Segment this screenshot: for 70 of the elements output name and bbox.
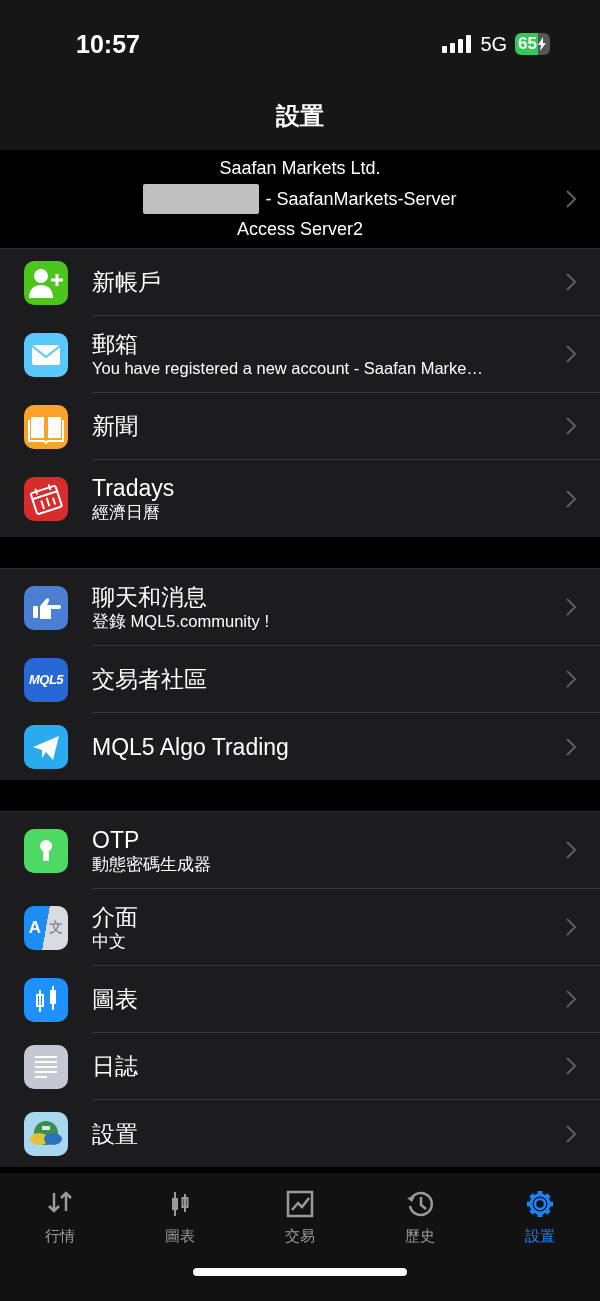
broker-name: Saafan Markets Ltd. xyxy=(219,158,381,179)
row-title: 日誌 xyxy=(92,1052,138,1080)
settings-row[interactable]: 圖表 xyxy=(0,966,600,1033)
row-title: MQL5 Algo Trading xyxy=(92,732,289,761)
document-icon xyxy=(24,1044,68,1089)
calendar-icon xyxy=(24,476,68,521)
server-name: - SaafanMarkets-Server xyxy=(265,188,457,210)
settings-row[interactable]: MQL5 交易者社區 xyxy=(0,646,600,713)
keyhole-icon xyxy=(24,828,68,873)
text-logo: MQL5 xyxy=(24,657,68,702)
tab-item[interactable]: 歷史 xyxy=(360,1189,480,1246)
row-subtitle: 中文 xyxy=(92,930,127,952)
tab-item[interactable]: 交易 xyxy=(240,1189,360,1246)
book-icon xyxy=(24,404,68,449)
row-subtitle: 動態密碼生成器 xyxy=(92,853,211,875)
tab-item[interactable]: 圖表 xyxy=(120,1189,240,1246)
row-title: 郵箱 xyxy=(92,329,139,358)
chevron-icon xyxy=(566,489,576,508)
chevron-icon xyxy=(566,918,576,936)
row-title: 新聞 xyxy=(92,412,138,440)
settings-row[interactable]: 設置 xyxy=(0,1100,600,1167)
clock-time: 10:57 xyxy=(76,29,140,59)
row-subtitle: You have registered a new account - Saafan Marke… xyxy=(92,357,484,379)
network-label: 5G xyxy=(480,32,508,56)
candlestick-icon xyxy=(24,977,68,1022)
add-user-icon xyxy=(24,260,68,305)
line-chart-icon xyxy=(285,1189,315,1219)
settings-row[interactable]: Tradays 經濟日曆 xyxy=(0,460,600,537)
chevron-icon xyxy=(566,598,576,616)
row-title: 介面 xyxy=(92,902,138,931)
chevron-icon xyxy=(566,990,576,1008)
globe-drawing xyxy=(24,1111,68,1156)
chevron-icon xyxy=(566,273,576,291)
settings-row[interactable]: MQL5 Algo Trading xyxy=(0,713,600,780)
settings-row[interactable]: 日誌 xyxy=(0,1033,600,1100)
settings-row[interactable]: 新帳戶 xyxy=(0,249,600,316)
chevron-icon xyxy=(566,190,576,208)
row-title: Tradays xyxy=(92,474,175,502)
access-server: Access Server2 xyxy=(236,219,363,240)
settings-row[interactable]: 聊天和消息 登錄 MQL5.community ! xyxy=(0,569,600,646)
tab-item[interactable]: 行情 xyxy=(0,1189,120,1246)
row-title: OTP xyxy=(92,825,141,854)
row-title: 圖表 xyxy=(92,985,138,1013)
row-title: 新帳戶 xyxy=(92,268,161,296)
translate-icon: A 文 xyxy=(24,905,68,950)
paper-plane-icon xyxy=(24,724,68,769)
row-title: 設置 xyxy=(92,1119,138,1148)
settings-row[interactable]: A 文 介面 中文 xyxy=(0,889,600,966)
battery-indicator: 65 xyxy=(515,33,550,55)
chevron-icon xyxy=(566,417,576,435)
settings-row[interactable]: 新聞 xyxy=(0,393,600,460)
chevron-icon xyxy=(566,841,576,859)
chevron-icon xyxy=(566,345,576,363)
row-title: 聊天和消息 xyxy=(92,582,208,611)
history-icon xyxy=(405,1189,435,1219)
settings-row[interactable]: 郵箱 You have registered a new account - Saafan Marke… xyxy=(0,316,600,393)
row-subtitle: 登錄 MQL5.community ! xyxy=(92,610,270,632)
pointing-hand-icon xyxy=(24,585,68,630)
chevron-icon xyxy=(566,1124,576,1143)
page-title: 設置 xyxy=(275,101,325,131)
settings-row[interactable]: OTP 動態密碼生成器 xyxy=(0,812,600,889)
mail-icon xyxy=(24,332,68,377)
row-title: 交易者社區 xyxy=(92,665,207,693)
row-subtitle: 經濟日曆 xyxy=(92,502,161,523)
chevron-icon xyxy=(566,737,576,756)
settings-icon xyxy=(525,1189,555,1219)
tab-item[interactable]: 設置 xyxy=(480,1189,600,1246)
chevron-icon xyxy=(566,1057,576,1075)
signal-icon xyxy=(442,35,473,53)
chevron-icon xyxy=(566,670,576,688)
